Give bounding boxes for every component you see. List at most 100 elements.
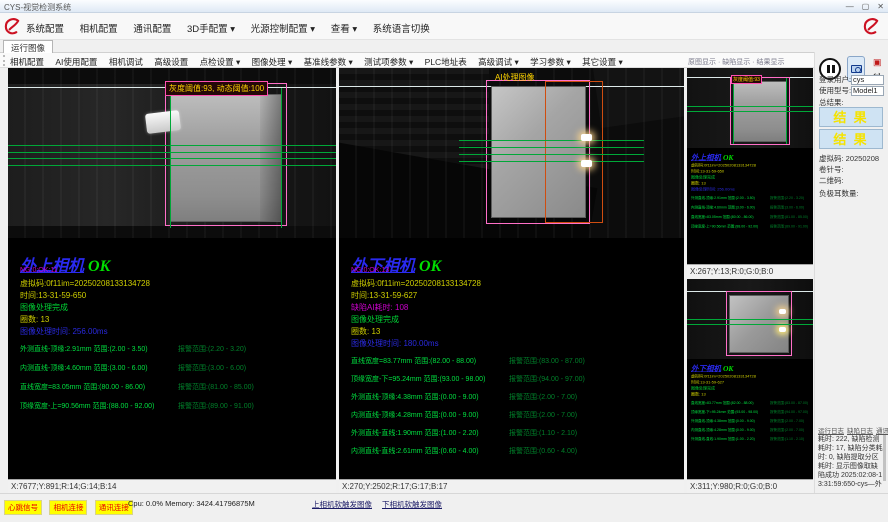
measure-value: 内测直线-顶缘:4.28mm 范围:(0.00 - 9.00): [691, 428, 755, 433]
alarm-range: 报警范围:(2.20 - 3.20): [770, 196, 804, 201]
toolbar-item-spot-check[interactable]: 点检设置 ▾: [200, 57, 241, 67]
virtual-code-line: 虚拟码:0f11im=20250208133134728: [20, 278, 150, 287]
time-line: 时间:13-31-59-650: [20, 290, 150, 299]
camera-name: 外下相机: [691, 365, 721, 373]
cycle-count-line: 圈数: 13: [691, 392, 813, 397]
toolbar-item-learn-params[interactable]: 学习参数 ▾: [530, 57, 571, 67]
menu-item-system-config[interactable]: 系统配置: [26, 24, 64, 35]
lower-preview-report: 外下相机OK 虚拟码:0f11im=20250208133134728 时间:1…: [691, 363, 813, 446]
measure-line: [8, 158, 336, 159]
minimize-button[interactable]: —: [846, 1, 854, 12]
model-input[interactable]: [851, 86, 884, 96]
result-ok-text: OK: [723, 154, 733, 162]
menu-item-3d-config[interactable]: 3D手配置 ▾: [187, 24, 235, 35]
measure-line: [8, 165, 336, 166]
measure-value: 直线宽度=83.77mm 范围:(82.00 - 88.00): [691, 401, 754, 406]
ai-overlay-label: AI处理图像: [495, 72, 535, 83]
upper-camera-view[interactable]: 灰度阈值:93, 动态阈值:100 外上相机OK NG:0;OK:11 虚拟码:…: [8, 68, 336, 479]
ai-roi-outline: [545, 81, 603, 223]
measure-value: 顶缘宽度-上=90.56mm 范围:(88.00 - 92.00): [691, 224, 758, 229]
measure-line: [459, 140, 644, 141]
upper-camera-image[interactable]: 灰度阈值:93, 动态阈值:100: [8, 68, 336, 238]
upper-preview-coord-bar: X:267;Y:13;R:0;G:0;B:0: [687, 264, 813, 277]
lower-camera-coord-bar: X:270;Y:2502;R:17;G:17;B:17: [339, 479, 684, 493]
measure-line: [687, 111, 813, 112]
lower-camera-report: 外下相机OK NG:0;OK:13 虚拟码:0f11im=20250208133…: [351, 252, 481, 464]
measure-value: 外测直线-直线:1.90mm 范围:(1.00 - 2.20): [351, 428, 479, 438]
pause-icon: [827, 65, 830, 73]
close-button[interactable]: ✕: [877, 1, 884, 12]
measure-value: 直线宽度=83.05mm 范围:(80.00 - 86.00): [20, 382, 145, 392]
title-bar: CYS-视觉检测系统 — ▢ ✕: [0, 0, 888, 13]
toolbar-item-test-params[interactable]: 测试项参数 ▾: [364, 57, 413, 67]
toolbar-item-camera-config[interactable]: 相机配置: [10, 57, 44, 67]
connector-clip: [145, 110, 181, 134]
toolbar-item-camera-debug[interactable]: 相机调试: [109, 57, 143, 67]
measure-value: 外测直线-顶缘:2.91mm 范围:(2.00 - 3.50): [20, 344, 148, 354]
toolbar-item-other-settings[interactable]: 其它设置 ▾: [582, 57, 623, 67]
maximize-button[interactable]: ▢: [862, 1, 870, 12]
lower-preview-image[interactable]: [687, 279, 813, 359]
measure-line: [687, 324, 813, 325]
needle-number-label: 卷针号:: [819, 164, 844, 175]
result-ok-text: OK: [419, 258, 441, 275]
measure-line: [687, 106, 813, 107]
threshold-overlay-label: 灰度阈值:93, 动态阈值:100: [165, 81, 268, 96]
menu-item-view[interactable]: 查看 ▾: [331, 24, 357, 35]
status-bar: 心跳信号 相机连接 通讯连接 Cpu: 0.0% Memory: 3424.41…: [0, 493, 888, 522]
measure-value: 直线宽度=83.77mm 范围:(82.00 - 88.00): [351, 356, 476, 366]
upper-camera-soft-trigger-link[interactable]: 上相机软触发图像: [312, 499, 372, 510]
time-line: 时间:13-31-59-650: [691, 169, 813, 174]
ai-time-line: 缺陷AI耗时: 108: [351, 302, 481, 311]
lower-camera-soft-trigger-link[interactable]: 下相机软触发图像: [382, 499, 442, 510]
measurement-row: 直线宽度=83.05mm 范围:(80.00 - 86.00) 报警范围:(81…: [20, 382, 150, 401]
lower-camera-image[interactable]: AI处理图像: [339, 68, 684, 238]
log-tab-defect[interactable]: 缺陷日志: [847, 428, 873, 435]
reflection-highlight: [779, 327, 786, 332]
negative-tab-count-label: 负极耳数量:: [819, 188, 859, 199]
toolbar-item-ai-config[interactable]: AI使用配置: [55, 57, 97, 67]
model-label: 使用型号:: [819, 85, 851, 96]
brand-logo-icon: [862, 17, 881, 36]
measure-value: 外测直线-顶缘:2.91mm 范围:(2.00 - 3.50): [691, 196, 755, 201]
menu-item-light-config[interactable]: 光源控制配置 ▾: [251, 24, 315, 35]
upper-preview-panel[interactable]: 灰度阈值:93 外上相机OK 虚拟码:0f11im=20250208133134…: [687, 68, 813, 264]
login-user-label: 登录用户:: [819, 74, 851, 85]
menu-item-camera-config[interactable]: 相机配置: [80, 24, 118, 35]
menu-item-comm-config[interactable]: 通讯配置: [133, 24, 171, 35]
log-tab-run[interactable]: 运行日志: [818, 428, 844, 435]
measure-line: [687, 319, 813, 320]
process-time-line: 图像处理时间: 256.00ms: [691, 187, 813, 192]
upper-preview-image[interactable]: 灰度阈值:93: [687, 68, 813, 148]
cycle-count-line: 圈数: 13: [691, 181, 813, 186]
lower-preview-panel[interactable]: 外下相机OK 虚拟码:0f11im=20250208133134728 时间:1…: [687, 279, 813, 479]
alarm-range: 报警范围:(94.00 - 97.00): [770, 410, 808, 415]
measure-value: 外测直线-顶缘:4.38mm 范围:(0.00 - 9.00): [351, 392, 479, 402]
measurement-row: 顶缘宽度-下=95.24mm 范围:(93.00 - 98.00) 报警范围:(…: [351, 374, 481, 392]
log-scrollbar[interactable]: [883, 435, 886, 481]
measure-line-vertical: [170, 88, 171, 228]
toolbar-item-plc-table[interactable]: PLC地址表: [425, 57, 467, 67]
toolbar-item-advanced-settings[interactable]: 高级设置: [154, 57, 188, 67]
login-user-input[interactable]: [851, 75, 884, 85]
toolbar-item-advanced-debug[interactable]: 高级调试 ▾: [478, 57, 519, 67]
alarm-icon[interactable]: ▣: [873, 57, 882, 67]
alarm-range: 报警范围:(2.00 - 7.00): [509, 392, 577, 402]
menu-item-language[interactable]: 系统语言切换: [373, 24, 430, 35]
qrcode-label: 二维码:: [819, 175, 844, 186]
measurement-row: 内测直线-顶缘:4.28mm 范围:(0.00 - 9.00) 报警范围:(2.…: [351, 410, 481, 428]
toolbar-item-image-process[interactable]: 图像处理 ▾: [252, 57, 293, 67]
lower-camera-view[interactable]: AI处理图像 外下相机OK NG:0;OK:13 虚拟码:0f11im=2025…: [339, 68, 684, 479]
heartbeat-status-badge: 心跳信号: [4, 500, 42, 515]
toolbar-grip[interactable]: [3, 55, 6, 66]
reflection-highlight: [581, 134, 592, 141]
measure-line-vertical: [733, 78, 734, 144]
tab-run-image[interactable]: 运行图像: [3, 40, 53, 53]
log-tab-comm[interactable]: 通讯日志: [876, 428, 888, 435]
process-done-line: 图像处理完成: [691, 175, 813, 180]
alarm-range: 报警范围:(94.00 - 97.00): [509, 374, 585, 384]
measurement-row: 直线宽度=83.77mm 范围:(82.00 - 88.00) 报警范围:(83…: [351, 356, 481, 374]
toolbar-item-baseline-params[interactable]: 基准线参数 ▾: [304, 57, 353, 67]
measure-line: [459, 147, 644, 148]
result-box-upper: 结 果: [819, 107, 883, 127]
